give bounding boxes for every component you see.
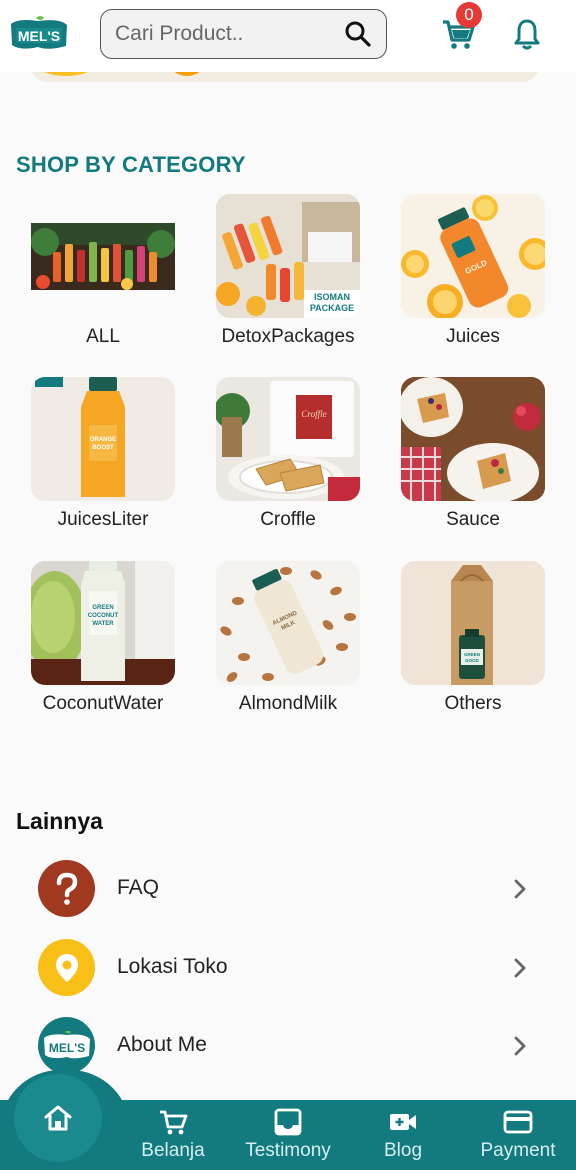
- category-sauce[interactable]: Sauce: [393, 377, 553, 531]
- svg-text:Croffle: Croffle: [301, 409, 326, 419]
- nav-testimony[interactable]: Testimony: [230, 1108, 346, 1162]
- category-image-all: [31, 194, 175, 318]
- app-header: MEL'S Cari Product.. 0: [0, 0, 576, 72]
- category-image-croffle: Croffle: [216, 377, 360, 501]
- category-label: ALL: [86, 326, 120, 347]
- nav-label: Blog: [383, 1140, 423, 1161]
- category-image-detox-packages: ISOMAN PACKAGE: [216, 194, 360, 318]
- svg-text:COCONUT: COCONUT: [88, 613, 119, 619]
- chevron-right-icon: [514, 1036, 526, 1056]
- menu-item-faq[interactable]: FAQ: [0, 854, 576, 924]
- category-label: Croffle: [260, 509, 316, 530]
- search-icon[interactable]: [344, 20, 372, 48]
- category-label: Juices: [446, 326, 500, 347]
- section-title-categories: SHOP BY CATEGORY: [16, 152, 246, 177]
- svg-text:MEL'S: MEL'S: [48, 1041, 84, 1055]
- svg-text:ORANGE: ORANGE: [90, 437, 116, 443]
- mels-logo-icon: MEL'S: [38, 1017, 95, 1074]
- category-croffle[interactable]: Croffle Croffle: [208, 377, 368, 531]
- nav-home-button[interactable]: [14, 1074, 102, 1162]
- search-input[interactable]: Cari Product..: [115, 22, 344, 46]
- svg-text:GREEN: GREEN: [464, 652, 480, 657]
- svg-text:PACKAGE: PACKAGE: [310, 303, 354, 313]
- section-title-lainnya: Lainnya: [16, 808, 103, 834]
- video-icon: [390, 1114, 416, 1130]
- search-bar[interactable]: Cari Product..: [100, 9, 387, 59]
- category-label: AlmondMilk: [238, 693, 338, 714]
- home-icon: [44, 1105, 72, 1131]
- nav-label: Payment: [480, 1140, 556, 1161]
- category-detox-packages[interactable]: ISOMAN PACKAGE DetoxPackages: [208, 194, 368, 348]
- chevron-right-icon: [514, 958, 526, 978]
- menu-item-label: FAQ: [117, 876, 160, 899]
- chevron-right-icon: [514, 879, 526, 899]
- nav-label: Testimony: [245, 1140, 331, 1161]
- category-image-almond-milk: ALMOND MILK: [216, 561, 360, 685]
- svg-text:GREEN: GREEN: [92, 605, 113, 611]
- mels-logo[interactable]: MEL'S: [8, 16, 70, 52]
- cart-count-badge: 0: [456, 2, 482, 28]
- nav-payment[interactable]: Payment: [460, 1108, 576, 1162]
- category-label: Others: [444, 693, 502, 714]
- location-pin-icon: [38, 939, 95, 996]
- menu-item-label: Lokasi Toko: [117, 955, 228, 978]
- category-image-others: GREEN GOOD: [401, 561, 545, 685]
- category-image-juices-liter: ORANGE BOOST: [31, 377, 175, 501]
- category-label: Sauce: [446, 509, 500, 530]
- inbox-icon: [274, 1108, 302, 1136]
- svg-text:ISOMAN: ISOMAN: [314, 292, 350, 302]
- svg-text:MEL'S: MEL'S: [18, 28, 60, 44]
- menu-item-about-me[interactable]: MEL'S About Me: [0, 1011, 576, 1081]
- svg-text:BOOST: BOOST: [92, 445, 114, 451]
- category-image-juices: GOLD: [401, 194, 545, 318]
- svg-text:GOOD: GOOD: [465, 658, 480, 663]
- category-label: DetoxPackages: [221, 326, 355, 347]
- category-image-coconut-water: GREEN COCONUT WATER: [31, 561, 175, 685]
- category-image-sauce: [401, 377, 545, 501]
- cart-icon: [160, 1110, 188, 1135]
- nav-blog[interactable]: Blog: [345, 1108, 461, 1162]
- category-coconut-water[interactable]: GREEN COCONUT WATER CoconutWater: [23, 561, 183, 715]
- question-icon: [38, 860, 95, 917]
- menu-item-label: About Me: [117, 1033, 207, 1056]
- nav-label: Belanja: [141, 1140, 205, 1161]
- menu-item-lokasi-toko[interactable]: Lokasi Toko: [0, 933, 576, 1003]
- category-juices[interactable]: GOLD Juices: [393, 194, 553, 348]
- category-juices-liter[interactable]: ORANGE BOOST JuicesLiter: [23, 377, 183, 531]
- category-all[interactable]: ALL: [23, 194, 183, 348]
- category-almond-milk[interactable]: ALMOND MILK AlmondMilk: [208, 561, 368, 715]
- category-label: JuicesLiter: [57, 509, 149, 530]
- category-others[interactable]: GREEN GOOD Others: [393, 561, 553, 715]
- nav-belanja[interactable]: Belanja: [115, 1108, 231, 1162]
- svg-text:WATER: WATER: [92, 621, 114, 627]
- card-icon: [503, 1110, 533, 1134]
- category-label: CoconutWater: [42, 693, 164, 714]
- bell-icon[interactable]: [512, 18, 542, 50]
